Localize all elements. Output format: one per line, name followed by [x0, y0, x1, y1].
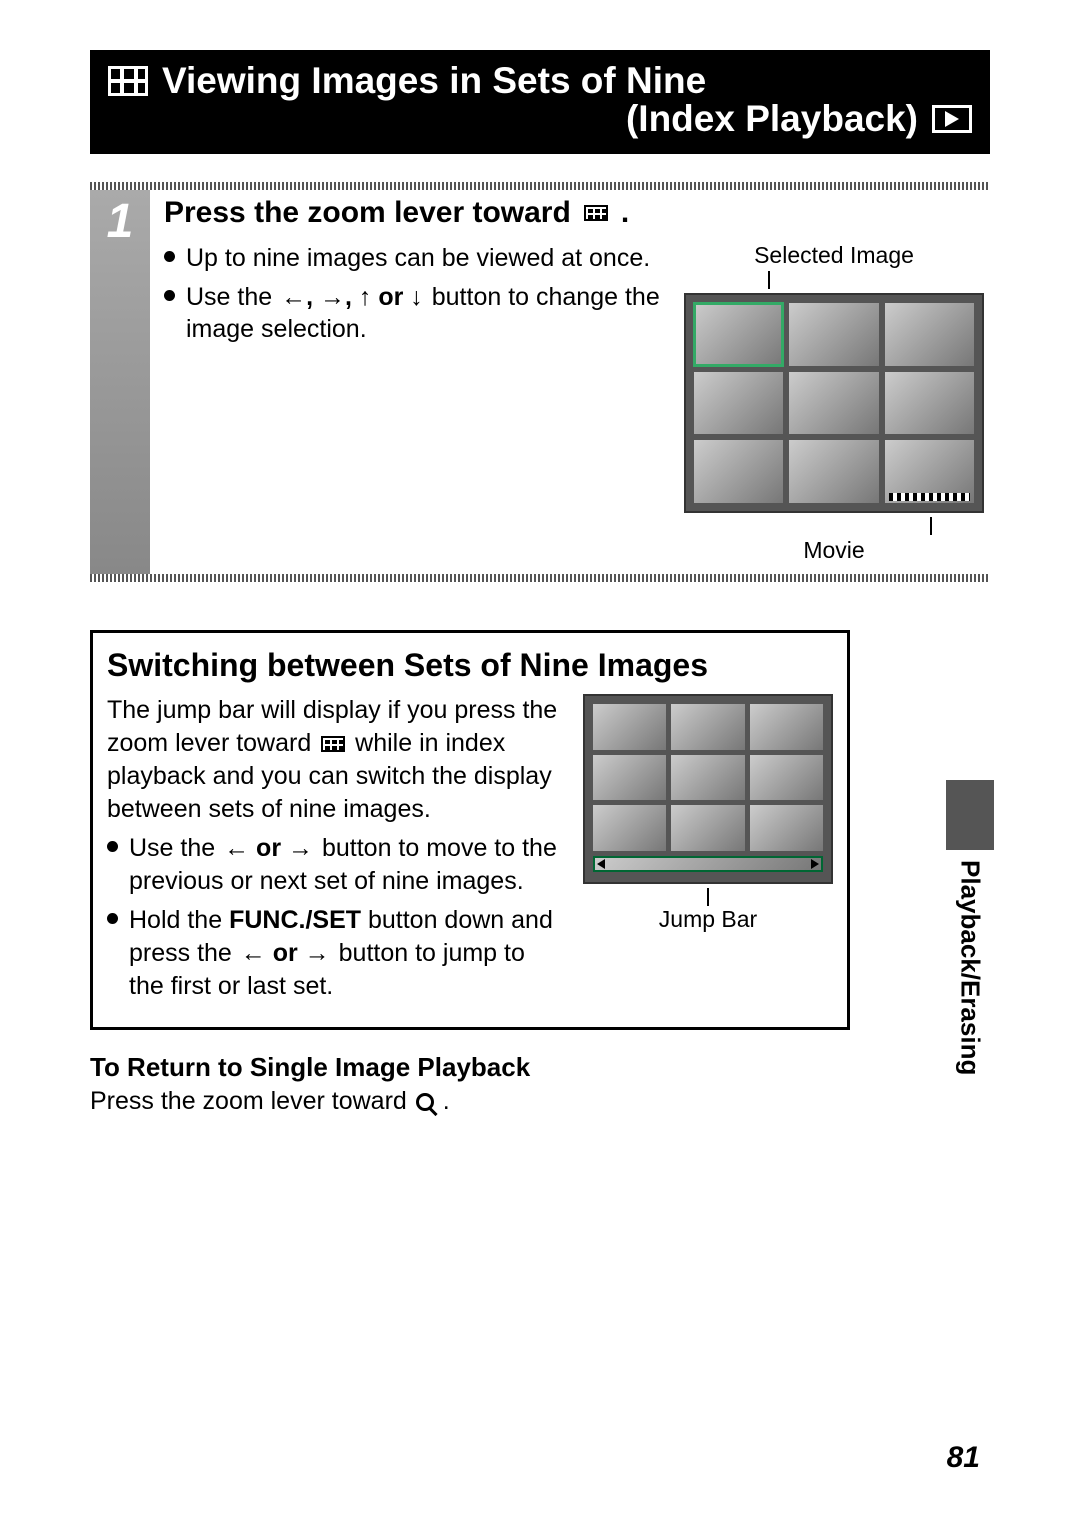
jump-bar-graphic: [593, 856, 823, 872]
step1-figure: Selected Image Movie: [684, 242, 984, 564]
switching-bullet-2: Hold the FUNC./SET button down and press…: [107, 904, 561, 1003]
step-1-section: 1 Press the zoom lever toward . Up to ni…: [90, 182, 990, 582]
func-set-label: FUNC./SET: [229, 906, 361, 934]
step1-bullet-2: Use the ←, →, ↑ or ↓ button to change th…: [164, 281, 660, 346]
playback-mode-icon: [932, 105, 972, 133]
thumb-selected: [694, 303, 783, 366]
index-icon: [584, 205, 608, 221]
thumb-movie: [885, 440, 974, 503]
section-tab-marker: [946, 780, 994, 850]
switching-bullet-1: Use the ← or → button to move to the pre…: [107, 832, 561, 898]
step-heading-text: Press the zoom lever toward: [164, 196, 571, 230]
switching-paragraph: The jump bar will display if you press t…: [107, 694, 561, 826]
section-tab-label: Playback/Erasing: [955, 860, 986, 1075]
jump-grid: [583, 694, 833, 884]
arrow-icons: ← or →: [239, 939, 332, 967]
arrow-icons: ← or →: [222, 834, 315, 862]
return-heading: To Return to Single Image Playback: [90, 1052, 990, 1083]
index-grid-icon: [108, 66, 148, 96]
index-thumbnail-grid: [684, 293, 984, 513]
switching-section: Switching between Sets of Nine Images Th…: [90, 630, 850, 1030]
index-icon: [321, 736, 345, 752]
return-text: Press the zoom lever toward .: [90, 1087, 990, 1116]
page-number: 81: [947, 1441, 980, 1475]
switching-figure: Jump Bar: [583, 694, 833, 1009]
arrow-icons: ←, →, ↑ or ↓: [279, 283, 425, 311]
step1-bullet-1: Up to nine images can be viewed at once.: [164, 242, 660, 275]
jump-bar-label: Jump Bar: [583, 906, 833, 933]
switching-title: Switching between Sets of Nine Images: [107, 647, 833, 684]
selected-image-label: Selected Image: [684, 242, 984, 269]
movie-label: Movie: [684, 537, 984, 564]
step-heading: Press the zoom lever toward .: [164, 196, 984, 230]
return-section: To Return to Single Image Playback Press…: [90, 1052, 990, 1116]
page-title-banner: Viewing Images in Sets of Nine (Index Pl…: [90, 50, 990, 154]
title-line1: Viewing Images in Sets of Nine: [162, 60, 706, 102]
title-line2: (Index Playback): [626, 98, 918, 140]
magnify-icon: [416, 1093, 434, 1111]
section-tab: Playback/Erasing: [946, 780, 994, 1075]
step-number: 1: [90, 190, 150, 574]
